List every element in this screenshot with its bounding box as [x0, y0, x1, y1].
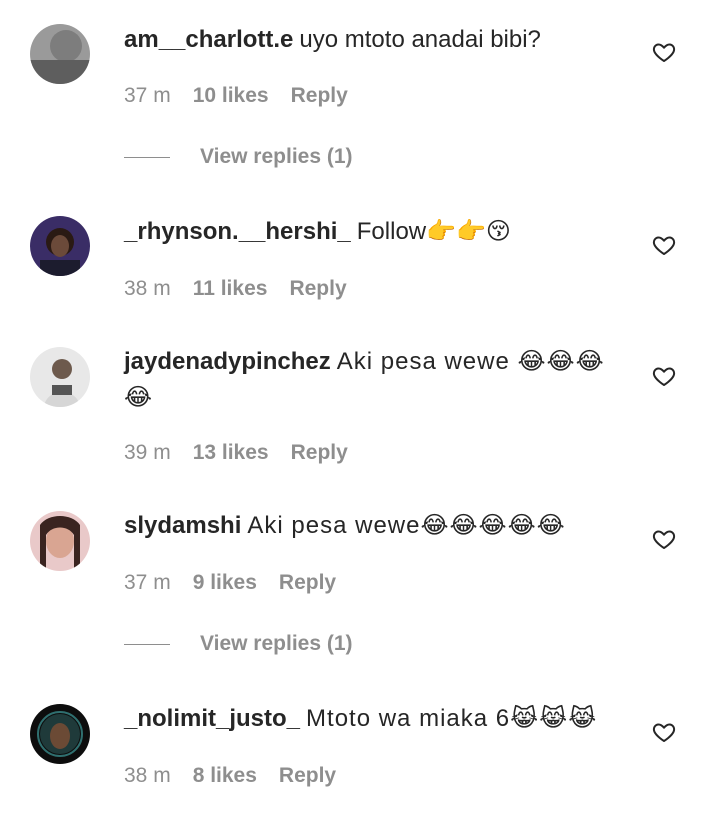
comment-username[interactable]: slydamshi: [124, 512, 241, 539]
heart-outline-icon[interactable]: [652, 720, 676, 744]
comment-body: Mtoto wa miaka 6😹😹😹: [306, 705, 598, 732]
view-replies-label: View replies (1): [200, 145, 353, 168]
comment-likes[interactable]: 10 likes: [193, 84, 269, 108]
reply-button[interactable]: Reply: [279, 571, 336, 595]
comment-meta: 39 m 13 likes Reply: [124, 441, 348, 465]
comment-text: jaydenadypinchez Aki pesa wewe 😂😂😂 😂: [124, 344, 634, 416]
comment-time: 39 m: [124, 441, 171, 464]
comment-meta: 37 m 9 likes Reply: [124, 571, 336, 595]
comment-body: Aki pesa wewe 😂😂😂: [336, 348, 605, 375]
reply-button[interactable]: Reply: [289, 277, 346, 301]
comment-text: _rhynson.__hershi_ Follow👉👉😚: [124, 214, 634, 250]
avatar[interactable]: [30, 704, 90, 764]
comment-meta: 37 m 10 likes Reply: [124, 84, 348, 108]
comment-likes[interactable]: 8 likes: [193, 764, 257, 788]
divider-line: [124, 643, 170, 645]
avatar[interactable]: [30, 24, 90, 84]
avatar[interactable]: [30, 511, 90, 571]
comment-time: 38 m: [124, 277, 171, 300]
view-replies-button[interactable]: View replies (1): [124, 632, 353, 656]
comment-likes[interactable]: 9 likes: [193, 571, 257, 595]
comment-username[interactable]: _rhynson.__hershi_: [124, 218, 351, 245]
avatar[interactable]: [30, 216, 90, 276]
comment-username[interactable]: _nolimit_justo_: [124, 705, 300, 732]
comment-text: slydamshi Aki pesa wewe😂😂😂😂😂: [124, 508, 634, 544]
comment-text: _nolimit_justo_ Mtoto wa miaka 6😹😹😹: [124, 701, 634, 737]
avatar[interactable]: [30, 347, 90, 407]
reply-button[interactable]: Reply: [291, 84, 348, 108]
comment-time: 37 m: [124, 571, 171, 594]
comment-body: Aki pesa wewe😂😂😂😂😂: [247, 512, 566, 539]
view-replies-button[interactable]: View replies (1): [124, 145, 353, 169]
comment-text: am__charlott.e uyo mtoto anadai bibi?: [124, 22, 634, 58]
comment-time: 37 m: [124, 84, 171, 107]
comment-meta: 38 m 8 likes Reply: [124, 764, 336, 788]
reply-button[interactable]: Reply: [291, 441, 348, 465]
divider-line: [124, 156, 170, 158]
comment-likes[interactable]: 13 likes: [193, 441, 269, 465]
heart-outline-icon[interactable]: [652, 364, 676, 388]
heart-outline-icon[interactable]: [652, 40, 676, 64]
comment-body: Follow👉👉😚: [356, 218, 511, 245]
view-replies-label: View replies (1): [200, 632, 353, 655]
comment-likes[interactable]: 11 likes: [193, 277, 268, 301]
heart-outline-icon[interactable]: [652, 233, 676, 257]
comment-time: 38 m: [124, 764, 171, 787]
comment-username[interactable]: am__charlott.e: [124, 26, 293, 53]
reply-button[interactable]: Reply: [279, 764, 336, 788]
heart-outline-icon[interactable]: [652, 527, 676, 551]
comment-body: uyo mtoto anadai bibi?: [299, 26, 541, 53]
comment-body-continued: 😂: [124, 384, 153, 411]
comment-meta: 38 m 11 likes Reply: [124, 277, 347, 301]
comment-username[interactable]: jaydenadypinchez: [124, 348, 331, 375]
